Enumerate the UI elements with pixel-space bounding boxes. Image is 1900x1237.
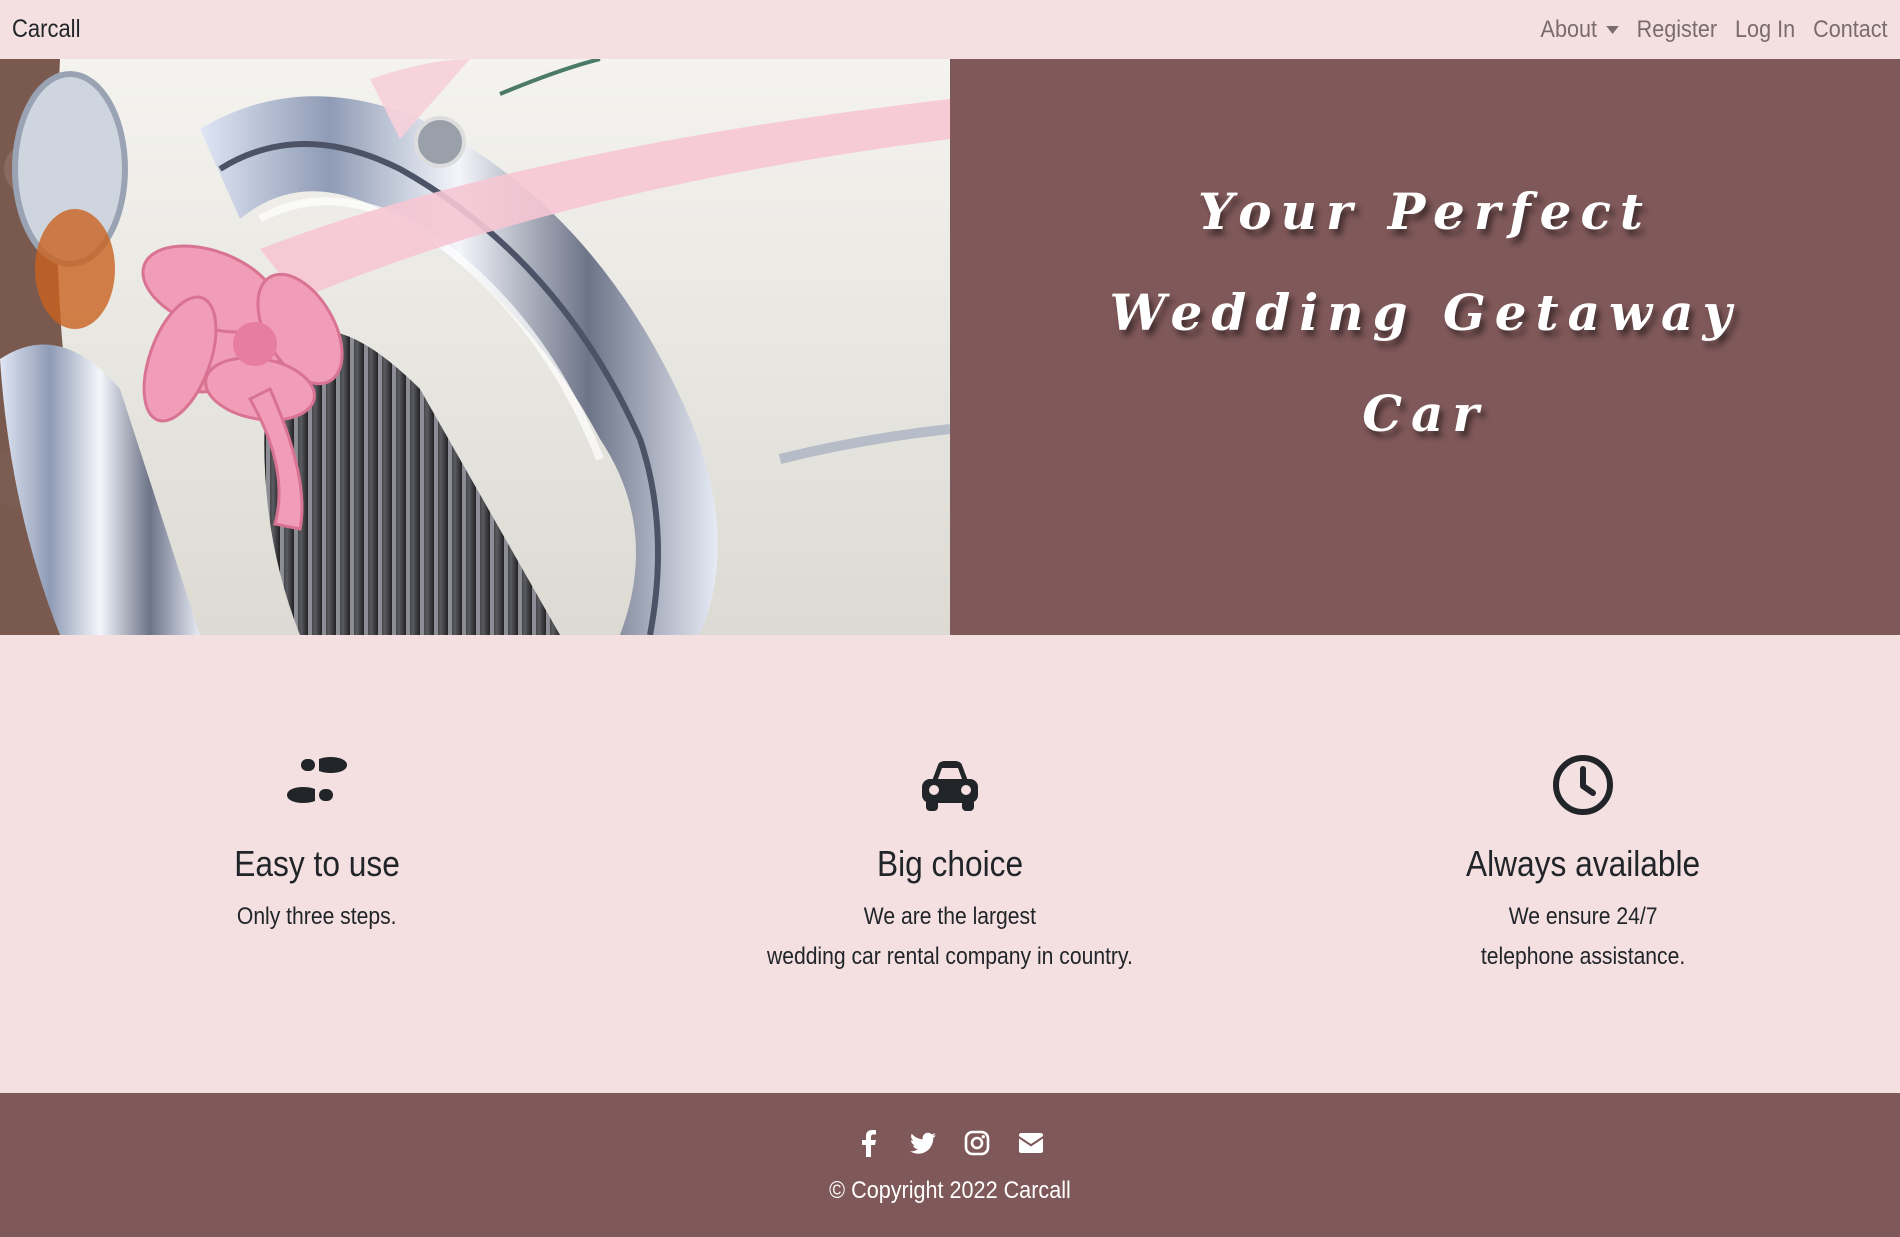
hero-image-wedding-car <box>0 59 950 635</box>
features-section: Easy to use Only three steps. Big choice… <box>0 635 1900 1093</box>
car-icon <box>921 761 978 811</box>
hero-title: Your Perfect Wedding Getaway Car <box>1109 181 1741 443</box>
nav-register-link[interactable]: Register <box>1637 16 1717 44</box>
hero-text-panel: Your Perfect Wedding Getaway Car <box>950 59 1900 635</box>
envelope-icon[interactable] <box>1017 1129 1045 1157</box>
twitter-icon[interactable] <box>909 1129 937 1157</box>
feature-always-available: Always available We ensure 24/7 telephon… <box>1267 753 1900 1093</box>
brand-logo[interactable]: Carcall <box>12 15 80 44</box>
copyright-text: © Copyright 2022 Carcall <box>829 1177 1071 1204</box>
navbar: Carcall About Register Log In Contact <box>0 0 1900 59</box>
feature-easy-to-use: Easy to use Only three steps. <box>0 753 633 1093</box>
nav-login-link[interactable]: Log In <box>1735 16 1795 44</box>
chevron-down-icon <box>1606 25 1620 34</box>
feature-title: Always available <box>1466 843 1701 884</box>
hero-section: Your Perfect Wedding Getaway Car <box>0 59 1900 635</box>
nav-about-dropdown[interactable]: About <box>1541 15 1620 44</box>
feature-text: We are the largest wedding car rental co… <box>767 903 1133 970</box>
nav-about-label: About <box>1541 15 1598 43</box>
feature-text: We ensure 24/7 telephone assistance. <box>1481 903 1686 970</box>
social-links <box>0 1093 1900 1157</box>
feature-title: Big choice <box>876 843 1024 884</box>
footer: © Copyright 2022 Carcall <box>0 1093 1900 1237</box>
clock-icon <box>1553 755 1614 815</box>
feature-text: Only three steps. <box>236 903 397 930</box>
feature-title: Easy to use <box>233 843 400 884</box>
facebook-icon[interactable] <box>855 1129 883 1157</box>
feature-big-choice: Big choice We are the largest wedding ca… <box>633 753 1266 1093</box>
instagram-icon[interactable] <box>963 1129 991 1157</box>
nav-contact-link[interactable]: Contact <box>1814 16 1888 44</box>
shoe-prints-icon <box>286 757 347 803</box>
nav-links: About Register Log In Contact <box>1541 16 1888 44</box>
